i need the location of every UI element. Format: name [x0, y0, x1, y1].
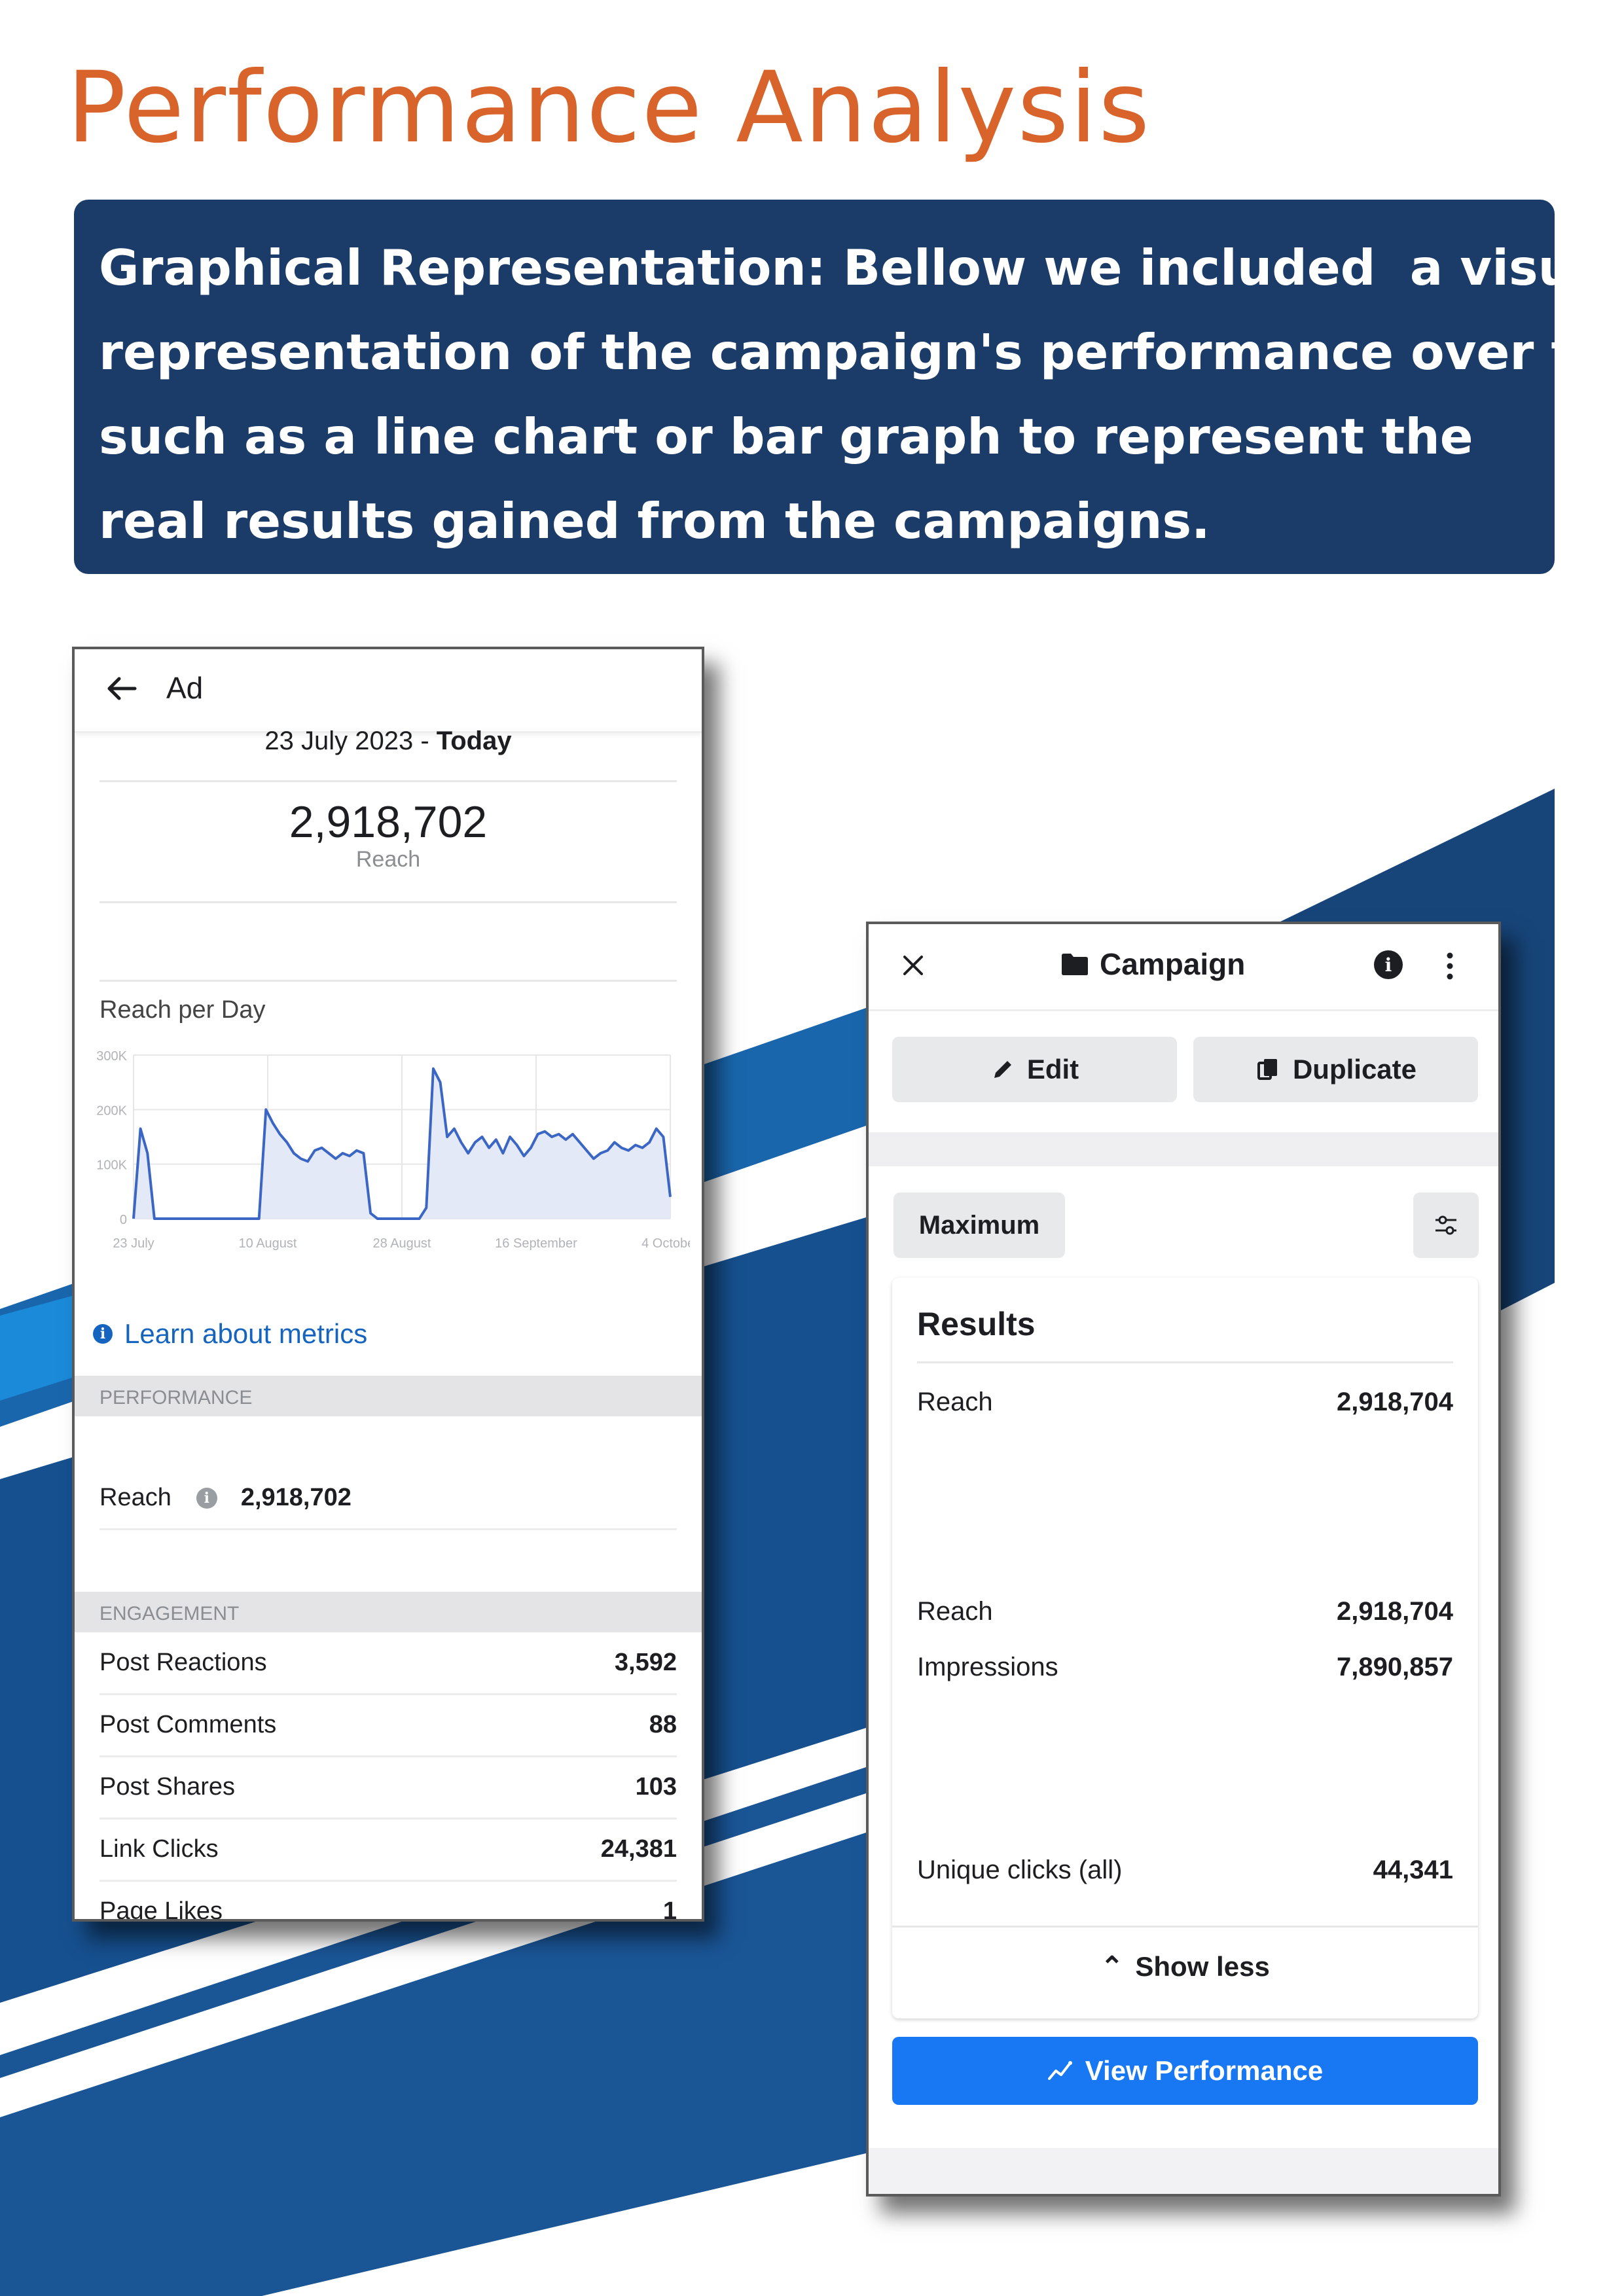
banner-line: representation of the campaign's perform… — [99, 323, 1624, 381]
edit-label: Edit — [1026, 1054, 1079, 1085]
date-range[interactable]: 23 July 2023 - Today — [75, 726, 702, 756]
performance-reach-row: Reach i 2,918,702 — [99, 1467, 677, 1530]
results-title: Results — [917, 1306, 1036, 1342]
engagement-row: Post Reactions 3,592 — [99, 1632, 677, 1695]
sliders-icon — [1435, 1215, 1456, 1235]
banner-line: real results gained from the campaigns. — [99, 492, 1210, 550]
pencil-icon — [994, 1061, 1011, 1078]
ad-title: Ad — [166, 671, 204, 705]
maximum-filter-button[interactable]: Maximum — [893, 1193, 1065, 1258]
metric-value: 1 — [662, 1897, 677, 1922]
engagement-row: Link Clicks 24,381 — [99, 1819, 677, 1882]
bottom-nav-area — [869, 2148, 1498, 2194]
x-tick-label: 4 October — [641, 1236, 690, 1251]
ad-screen: Ad 23 July 2023 - Today 2,918,702 Reach … — [72, 647, 704, 1922]
result-label: Reach — [917, 1596, 993, 1626]
info-icon: i — [93, 1324, 113, 1344]
divider — [99, 980, 677, 982]
banner-line: such as a line chart or bar graph to rep… — [99, 408, 1473, 465]
campaign-header: Campaign i — [869, 924, 1498, 1011]
result-value: 7,890,857 — [1337, 1652, 1453, 1681]
y-tick-label: 0 — [120, 1213, 127, 1227]
result-value: 44,341 — [1373, 1855, 1453, 1884]
divider — [917, 1361, 1453, 1363]
engagement-row: Post Shares 103 — [99, 1757, 677, 1820]
y-tick-label: 300K — [96, 1049, 127, 1064]
campaign-screen: Campaign i Edit Duplicate Maximum Result… — [866, 922, 1501, 2197]
performance-section-header: PERFORMANCE — [75, 1376, 702, 1416]
reach-total: 2,918,702 — [289, 797, 488, 847]
chevron-up-icon: ⌃ — [1100, 1951, 1124, 1982]
result-row: Unique clicks (all) 44,341 — [917, 1850, 1453, 1890]
description-banner: Graphical Representation: Bellow we incl… — [74, 200, 1624, 574]
close-icon[interactable] — [898, 950, 928, 980]
learn-about-metrics-link[interactable]: i Learn about metrics — [93, 1318, 367, 1350]
metric-label: Post Reactions — [99, 1649, 267, 1676]
reach-per-day-chart: 300K 200K 100K 0 23 July 10 August 28 August 16… — [96, 1049, 690, 1251]
divider — [892, 1926, 1478, 1928]
performance-reach-value: 2,918,702 — [240, 1484, 352, 1511]
y-tick-label: 200K — [96, 1103, 127, 1118]
metric-value: 24,381 — [600, 1835, 677, 1863]
metric-label: Post Comments — [99, 1711, 277, 1738]
result-row: Reach 2,918,704 — [917, 1382, 1453, 1422]
result-label: Impressions — [917, 1652, 1058, 1681]
x-tick-label: 23 July — [113, 1236, 154, 1251]
campaign-title: Campaign — [1100, 947, 1246, 981]
trend-icon — [1047, 2061, 1072, 2080]
metric-value: 3,592 — [614, 1649, 677, 1676]
date-range-start: 23 July 2023 - — [264, 726, 437, 755]
ad-header: Ad — [75, 649, 702, 733]
divider — [99, 780, 677, 782]
more-vertical-icon[interactable] — [1443, 950, 1456, 982]
show-less-label: Show less — [1135, 1951, 1270, 1982]
x-tick-label: 16 September — [495, 1236, 577, 1251]
performance-reach-label: Reach — [99, 1484, 171, 1511]
y-tick-label: 100K — [96, 1158, 127, 1173]
page-title: Performance Analysis — [67, 51, 1151, 165]
folder-icon — [1062, 954, 1088, 975]
divider — [99, 901, 677, 903]
result-value: 2,918,704 — [1337, 1596, 1453, 1626]
result-row: Reach 2,918,704 — [917, 1592, 1453, 1631]
x-tick-label: 10 August — [239, 1236, 297, 1251]
date-range-end: Today — [436, 726, 512, 755]
arrow-left-icon[interactable] — [102, 669, 141, 708]
learn-link-label: Learn about metrics — [124, 1318, 368, 1349]
reach-total-label: Reach — [355, 847, 421, 872]
metric-label: Post Shares — [99, 1773, 235, 1801]
banner-line: Graphical Representation: Bellow we incl… — [99, 239, 1623, 296]
filter-settings-button[interactable] — [1413, 1193, 1479, 1258]
engagement-section-header: ENGAGEMENT — [75, 1592, 702, 1632]
metric-value: 103 — [635, 1773, 677, 1801]
view-performance-label: View Performance — [1085, 2055, 1324, 2086]
result-label: Unique clicks (all) — [917, 1855, 1123, 1884]
result-label: Reach — [917, 1387, 993, 1416]
results-card: Results Reach 2,918,704 Reach 2,918,704 … — [892, 1278, 1478, 2018]
section-spacer — [869, 1132, 1498, 1166]
duplicate-icon — [1257, 1059, 1277, 1080]
result-row: Impressions 7,890,857 — [917, 1647, 1453, 1687]
duplicate-button[interactable]: Duplicate — [1193, 1037, 1478, 1102]
metric-label: Page Likes — [99, 1897, 223, 1922]
info-icon[interactable]: i — [196, 1487, 217, 1509]
info-icon[interactable]: i — [1374, 950, 1403, 979]
edit-button[interactable]: Edit — [892, 1037, 1177, 1102]
metric-label: Link Clicks — [99, 1835, 219, 1863]
view-performance-button[interactable]: View Performance — [892, 2037, 1478, 2105]
maximum-label: Maximum — [918, 1210, 1040, 1240]
result-value: 2,918,704 — [1337, 1387, 1453, 1416]
duplicate-label: Duplicate — [1292, 1054, 1417, 1085]
show-less-button[interactable]: ⌃ Show less — [892, 1950, 1478, 1982]
chart-title: Reach per Day — [99, 996, 266, 1024]
x-tick-label: 28 August — [373, 1236, 431, 1251]
engagement-row: Page Likes 1 — [99, 1881, 677, 1922]
engagement-row: Post Comments 88 — [99, 1695, 677, 1757]
metric-value: 88 — [649, 1711, 677, 1738]
